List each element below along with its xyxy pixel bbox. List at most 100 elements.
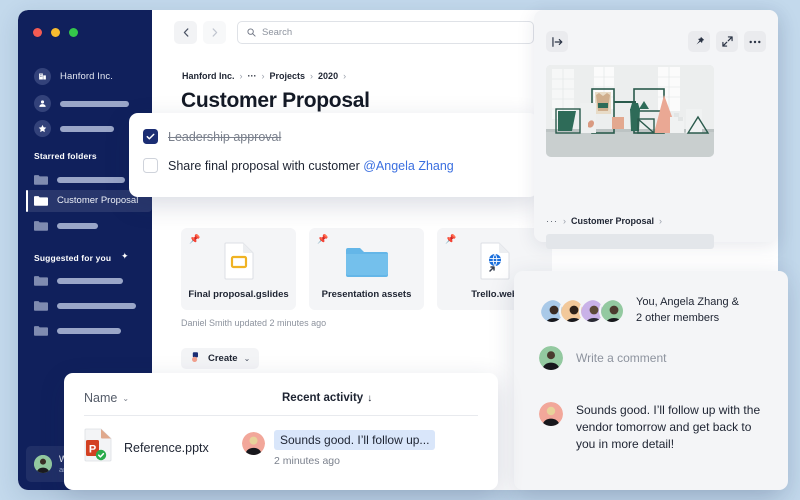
sidebar-suggested-placeholder (57, 302, 136, 309)
pin-icon[interactable] (688, 31, 710, 52)
preview-placeholder-bar (546, 234, 714, 249)
activity-timestamp: 2 minutes ago (274, 455, 340, 467)
column-header-activity[interactable]: Recent activity ↓ (282, 392, 372, 404)
file-card-name: Final proposal.gslides (188, 289, 289, 300)
maximize-window-button[interactable] (69, 28, 78, 37)
sidebar-folder-placeholder (57, 176, 125, 183)
avatar (242, 432, 265, 455)
activity-message[interactable]: Sounds good. I’ll follow up... (274, 430, 436, 450)
breadcrumb-item[interactable]: Hanford Inc. (182, 71, 235, 81)
back-button[interactable] (174, 21, 197, 44)
sidebar-org-name: Hanford Inc. (60, 71, 113, 82)
breadcrumb-separator: › (310, 71, 314, 81)
checkbox-unchecked[interactable] (143, 158, 158, 173)
breadcrumb-separator: › (563, 216, 566, 226)
sidebar-suggested-placeholder (57, 327, 121, 334)
sidebar-section-starred-title: Starred folders (34, 151, 97, 161)
members-label-line1: You, Angela Zhang & (636, 296, 739, 308)
breadcrumb-overflow[interactable]: ··· (248, 71, 257, 81)
window-traffic-lights[interactable] (33, 28, 78, 37)
svg-text:P: P (89, 444, 96, 456)
checklist-item[interactable]: Leadership approval (143, 129, 538, 144)
comment-text: Sounds good. I’ll follow up with the ven… (576, 403, 761, 452)
sidebar-item-starred[interactable] (34, 120, 114, 137)
breadcrumb-separator: › (261, 71, 265, 81)
sidebar-suggested-item[interactable] (34, 275, 123, 286)
sidebar-folder-item[interactable] (34, 174, 125, 185)
last-updated-text: Daniel Smith updated 2 minutes ago (181, 318, 327, 328)
folder-blue-icon (345, 241, 388, 281)
sparkle-icon: ✦ (121, 251, 129, 261)
preview-toolbar (546, 31, 766, 52)
search-input[interactable]: Search (237, 21, 534, 44)
sidebar-suggested-item[interactable] (34, 325, 121, 336)
sidebar-item-placeholder (60, 125, 114, 132)
members-row[interactable]: You, Angela Zhang & 2 other members (539, 295, 739, 327)
sidebar-folder-placeholder (57, 222, 98, 229)
create-button[interactable]: Create ⌄ (181, 348, 260, 369)
preview-breadcrumb: ··· › Customer Proposal › (546, 216, 662, 226)
sidebar-item-label: Customer Proposal (57, 195, 139, 206)
sidebar-suggested-placeholder (57, 277, 123, 284)
recent-activity-cell: Sounds good. I’ll follow up... 2 minutes… (242, 430, 436, 467)
comment-composer[interactable]: Write a comment (539, 346, 666, 370)
comments-panel: You, Angela Zhang & 2 other members Writ… (514, 271, 788, 490)
breadcrumb-item[interactable]: Projects (270, 71, 306, 81)
avatar (34, 455, 52, 473)
file-name: Reference.pptx (124, 440, 209, 455)
file-card-name: Trello.web (471, 289, 518, 300)
folder-icon (34, 195, 48, 206)
comment-item: Sounds good. I’ll follow up with the ven… (539, 402, 761, 453)
create-button-label: Create (208, 353, 238, 364)
sidebar-item-people[interactable] (34, 95, 129, 112)
pin-icon[interactable]: 📌 (317, 234, 328, 245)
sidebar-suggested-item[interactable] (34, 300, 136, 311)
file-card[interactable]: 📌 Final proposal.gslides (181, 228, 296, 310)
breadcrumb-overflow[interactable]: ··· (546, 216, 558, 226)
sidebar-org-row[interactable]: Hanford Inc. (34, 68, 113, 85)
search-icon (247, 24, 256, 42)
web-shortcut-file-icon (480, 241, 510, 281)
column-header-name[interactable]: Name (84, 391, 117, 405)
building-icon (34, 68, 51, 85)
checkbox-checked[interactable] (143, 129, 158, 144)
sidebar-folder-item[interactable] (34, 220, 98, 231)
folder-icon (34, 220, 48, 231)
pin-icon[interactable]: 📌 (189, 234, 200, 245)
more-horizontal-icon[interactable] (744, 31, 766, 52)
file-card-grid: 📌 Final proposal.gslides 📌 Presentation … (181, 228, 552, 310)
preview-panel: ··· › Customer Proposal › (534, 10, 778, 249)
comment-input-placeholder[interactable]: Write a comment (576, 351, 666, 365)
sidebar-item-placeholder (60, 100, 129, 107)
file-list-header: Name ⌄ Recent activity ↓ (84, 391, 478, 405)
sidebar-section-suggested-title: Suggested for you (34, 253, 112, 263)
checklist-item-label: Share final proposal with customer @Ange… (168, 159, 454, 173)
forward-button[interactable] (203, 21, 226, 44)
file-card[interactable]: 📌 Presentation assets (309, 228, 424, 310)
breadcrumb: Hanford Inc. › ··· › Projects › 2020 › (182, 71, 346, 81)
folder-icon (34, 275, 48, 286)
member-avatar-stack (539, 297, 625, 324)
folder-icon (34, 174, 48, 185)
checklist-item[interactable]: Share final proposal with customer @Ange… (143, 158, 538, 173)
sidebar-item-customer-proposal[interactable]: Customer Proposal (34, 195, 138, 206)
mention-link[interactable]: @Angela Zhang (363, 159, 454, 173)
breadcrumb-item[interactable]: 2020 (318, 71, 338, 81)
avatar (539, 402, 563, 426)
pin-icon[interactable]: 📌 (445, 234, 456, 245)
chevron-down-icon[interactable]: ⌄ (122, 394, 129, 403)
breadcrumb-separator: › (659, 216, 663, 226)
checklist-item-label: Leadership approval (168, 129, 282, 144)
minimize-window-button[interactable] (51, 28, 60, 37)
column-header-activity-label: Recent activity (282, 392, 364, 404)
collapse-panel-icon[interactable] (546, 31, 568, 52)
breadcrumb-separator: › (239, 71, 243, 81)
expand-icon[interactable] (716, 31, 738, 52)
avatar (539, 346, 563, 370)
google-slides-file-icon (224, 241, 254, 281)
folder-icon (34, 325, 48, 336)
close-window-button[interactable] (33, 28, 42, 37)
preview-breadcrumb-title[interactable]: Customer Proposal (571, 216, 654, 226)
chevron-down-icon: ⌄ (243, 354, 251, 363)
breadcrumb-separator: › (343, 71, 347, 81)
